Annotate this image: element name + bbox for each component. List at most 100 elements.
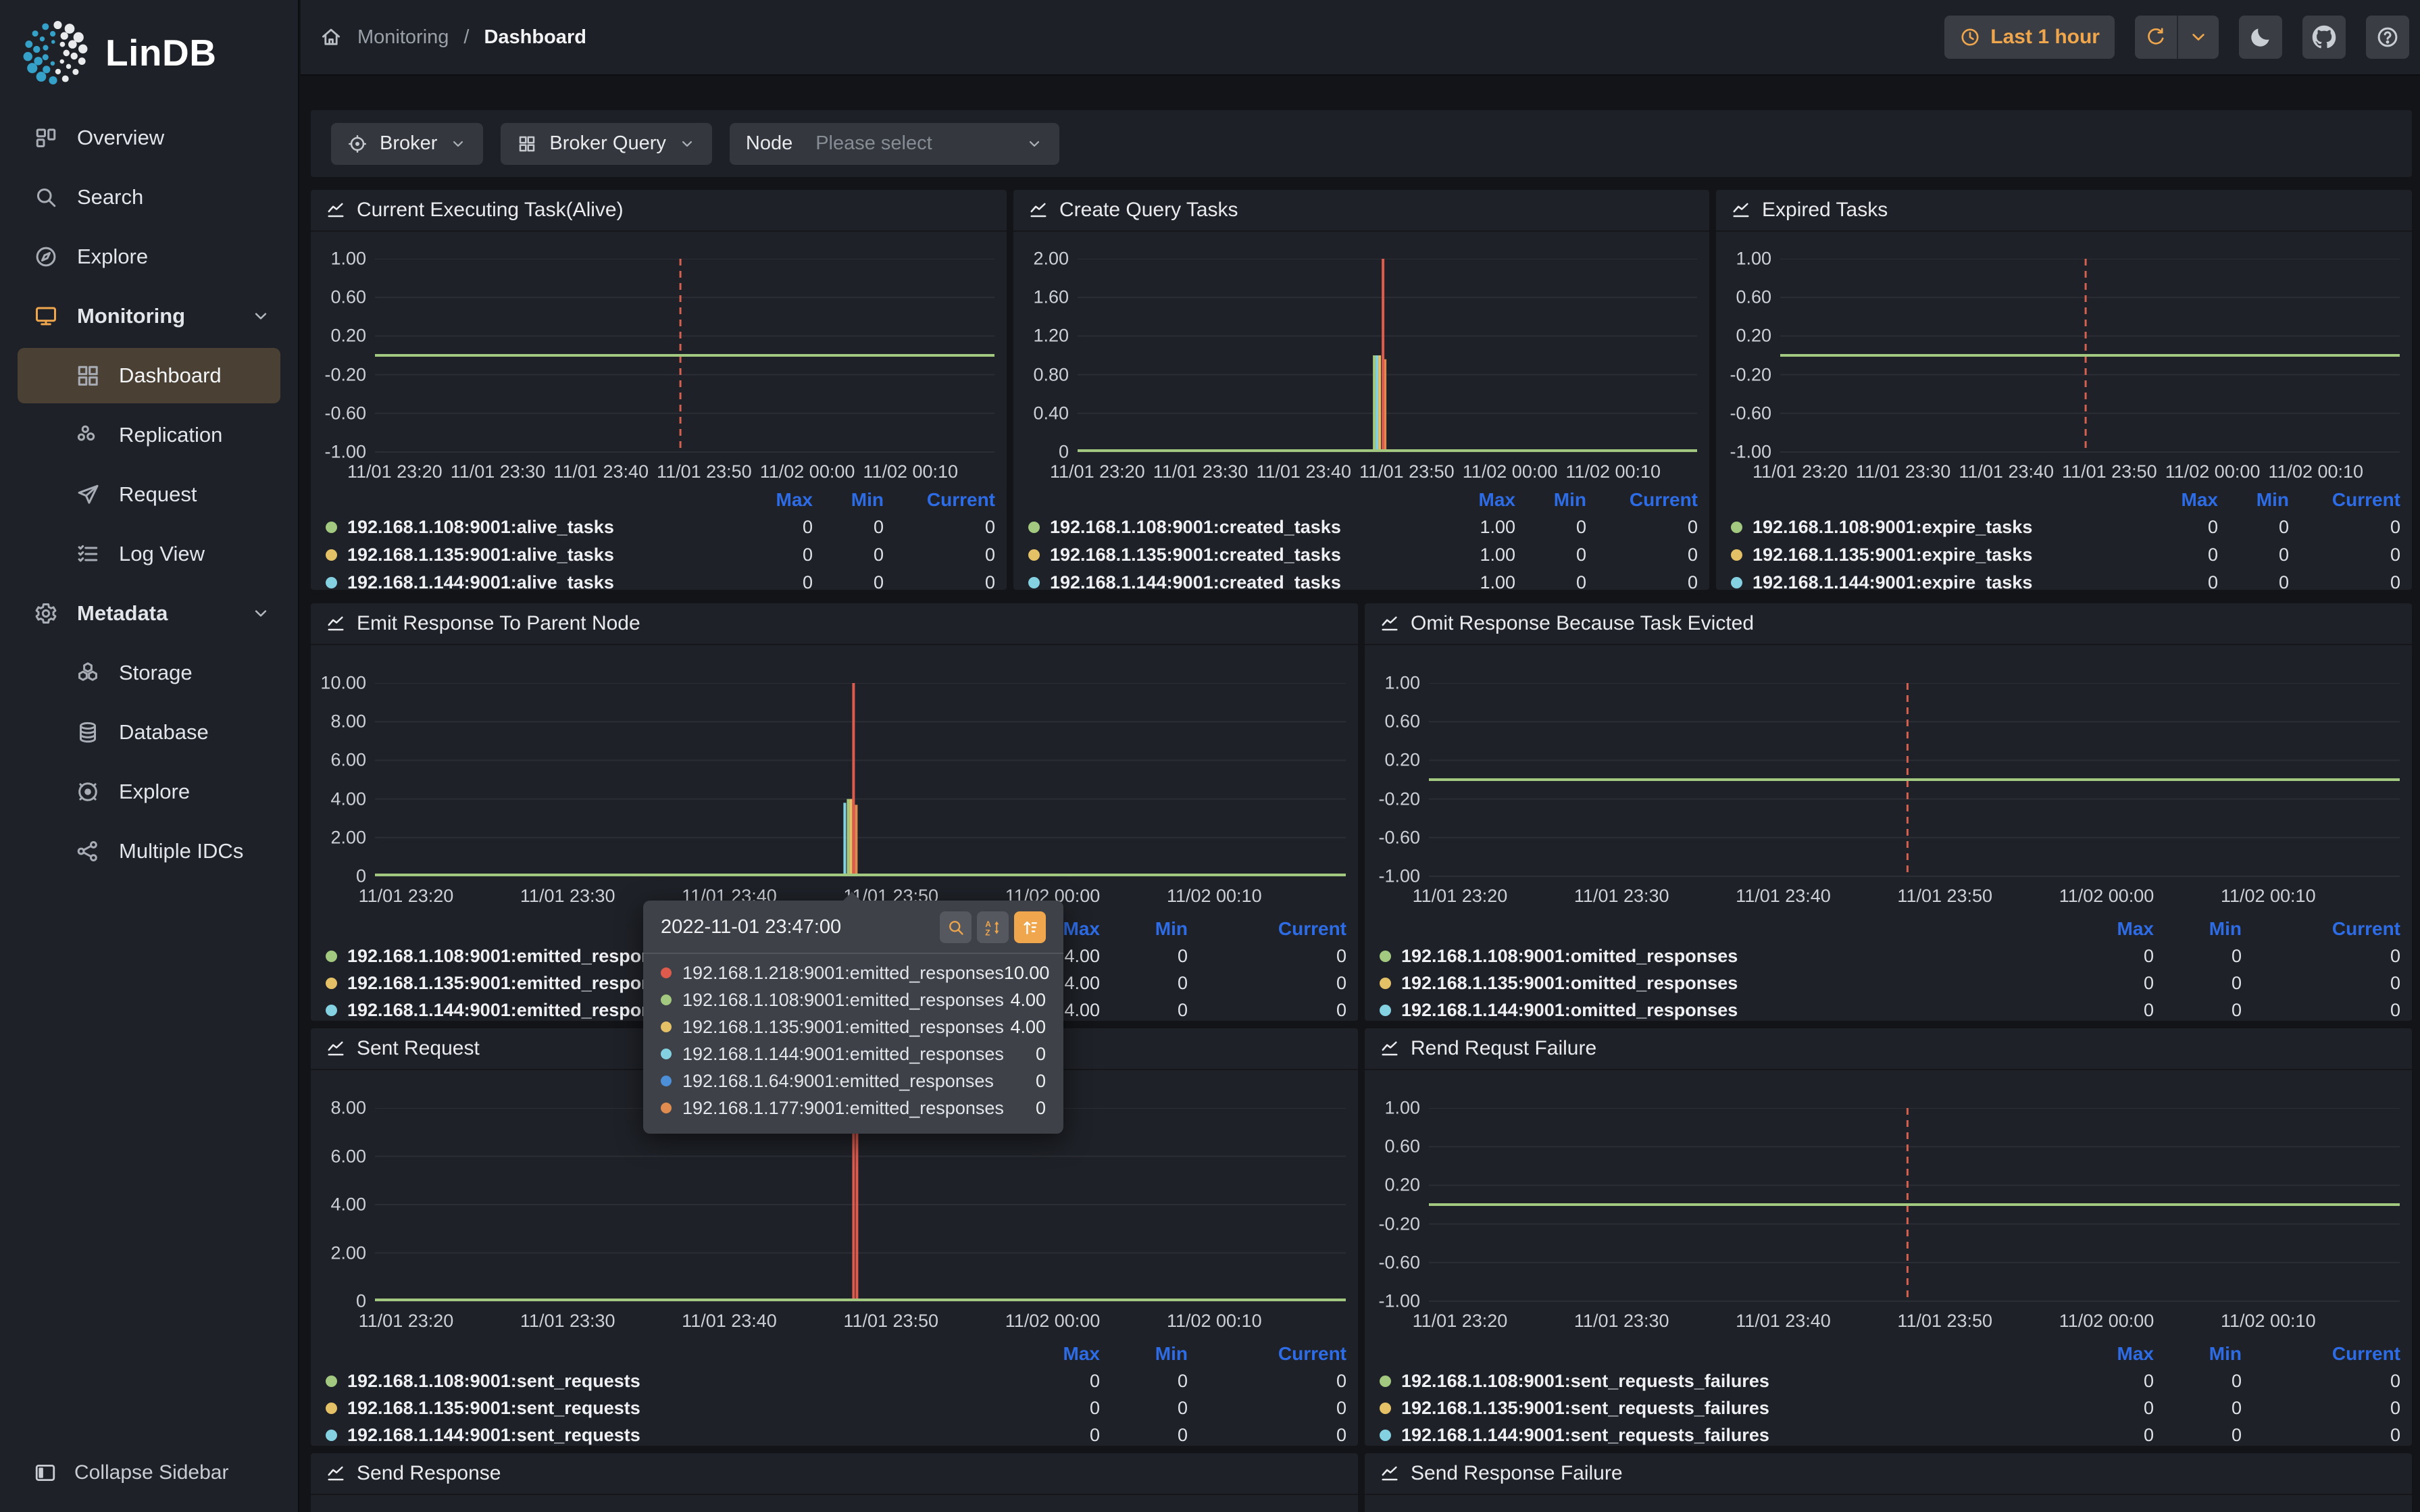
legend-series[interactable]: 192.168.1.135:9001:omitted_responses bbox=[1380, 973, 2046, 994]
x-axis-label: 11/02 00:00 bbox=[2165, 461, 2261, 482]
tooltip-sort-value-button[interactable] bbox=[1014, 911, 1046, 943]
chart-plot[interactable] bbox=[1429, 683, 2400, 880]
legend-header[interactable]: Current bbox=[2289, 489, 2400, 511]
legend-series[interactable]: 192.168.1.144:9001:expire_tasks bbox=[1731, 572, 2130, 590]
tooltip-series-value: 10.00 bbox=[1003, 962, 1050, 983]
sidebar-item-replication[interactable]: Replication bbox=[0, 405, 298, 465]
sidebar-item-explore[interactable]: Explore bbox=[0, 227, 298, 286]
legend-header[interactable]: Min bbox=[1100, 918, 1188, 940]
legend-header[interactable]: Min bbox=[813, 489, 884, 511]
legend-header[interactable]: Min bbox=[1515, 489, 1586, 511]
legend-header[interactable]: Current bbox=[2242, 918, 2400, 940]
legend-header[interactable]: Current bbox=[2242, 1343, 2400, 1365]
legend-series[interactable]: 192.168.1.135:9001:sent_requests_failure… bbox=[1380, 1398, 2046, 1419]
github-button[interactable] bbox=[2302, 16, 2346, 59]
legend-header[interactable]: Max bbox=[2046, 1343, 2154, 1365]
storage-hex-icon bbox=[76, 661, 100, 685]
y-axis-label: 0.60 bbox=[330, 286, 366, 307]
legend-series[interactable]: 192.168.1.135:9001:alive_tasks bbox=[326, 545, 725, 565]
legend-series[interactable]: 192.168.1.144:9001:omitted_responses bbox=[1380, 1000, 2046, 1021]
legend-series[interactable]: 192.168.1.108:9001:alive_tasks bbox=[326, 517, 725, 538]
y-axis-label: 4.00 bbox=[330, 1194, 366, 1215]
sidebar-item-request[interactable]: Request bbox=[0, 465, 298, 524]
overview-icon bbox=[34, 126, 58, 150]
legend-series[interactable]: 192.168.1.108:9001:sent_requests bbox=[326, 1371, 992, 1392]
legend-series[interactable]: 192.168.1.108:9001:omitted_responses bbox=[1380, 946, 2046, 967]
tooltip-sort-alpha-button[interactable]: AZ bbox=[977, 911, 1009, 943]
x-axis-label: 11/01 23:50 bbox=[657, 461, 752, 482]
legend-series[interactable]: 192.168.1.108:9001:created_tasks bbox=[1028, 517, 1428, 538]
sidebar-item-dashboard[interactable]: Dashboard bbox=[18, 348, 280, 403]
sidebar-item-metadata[interactable]: Metadata bbox=[0, 584, 298, 643]
legend-series[interactable]: 192.168.1.108:9001:sent_requests_failure… bbox=[1380, 1371, 2046, 1392]
broker-icon bbox=[347, 134, 368, 154]
refresh-interval-dropdown[interactable] bbox=[2177, 16, 2219, 59]
series-current: 0 bbox=[2390, 1370, 2400, 1391]
sidebar-item-database[interactable]: Database bbox=[0, 703, 298, 762]
chart-plot[interactable] bbox=[1078, 259, 1697, 456]
tooltip-search-button[interactable] bbox=[940, 911, 972, 943]
legend-series[interactable]: 192.168.1.135:9001:sent_requests bbox=[326, 1398, 992, 1419]
svg-text:A: A bbox=[985, 919, 991, 928]
theme-toggle-button[interactable] bbox=[2239, 16, 2282, 59]
legend-header[interactable]: Min bbox=[2154, 1343, 2242, 1365]
legend-series[interactable]: 192.168.1.135:9001:expire_tasks bbox=[1731, 545, 2130, 565]
panel-legend: Max Min Current 192.168.1.108:9001:expire_t… bbox=[1731, 486, 2400, 590]
legend-series[interactable]: 192.168.1.135:9001:created_tasks bbox=[1028, 545, 1428, 565]
help-button[interactable] bbox=[2366, 16, 2409, 59]
legend-header[interactable]: Min bbox=[2154, 918, 2242, 940]
sidebar-item-multiple-idcs[interactable]: Multiple IDCs bbox=[0, 822, 298, 881]
refresh-button[interactable] bbox=[2135, 16, 2177, 59]
chart-line-icon bbox=[326, 200, 346, 220]
legend-header[interactable]: Current bbox=[884, 489, 995, 511]
legend-header[interactable]: Current bbox=[1188, 1343, 1346, 1365]
series-color-dot bbox=[1380, 1004, 1391, 1016]
chart-plot[interactable] bbox=[375, 259, 994, 456]
series-name: 192.168.1.135:9001:alive_tasks bbox=[347, 545, 614, 565]
legend-series[interactable]: 192.168.1.144:9001:sent_requests bbox=[326, 1425, 992, 1446]
broker-label: Broker bbox=[380, 132, 438, 154]
x-axis-label: 11/01 23:40 bbox=[682, 1311, 777, 1331]
series-name: 192.168.1.135:9001:sent_requests_failure… bbox=[1401, 1397, 1769, 1418]
legend-series[interactable]: 192.168.1.144:9001:sent_requests_failure… bbox=[1380, 1425, 2046, 1446]
legend-header[interactable]: Current bbox=[1586, 489, 1698, 511]
legend-series[interactable]: 192.168.1.144:9001:alive_tasks bbox=[326, 572, 725, 590]
node-select[interactable]: Node Please select bbox=[729, 122, 1059, 165]
sidebar-item-monitoring[interactable]: Monitoring bbox=[0, 286, 298, 346]
broker-query-icon bbox=[517, 134, 537, 154]
legend-header[interactable]: Min bbox=[1100, 1343, 1188, 1365]
sidebar-item-log-view[interactable]: Log View bbox=[0, 524, 298, 584]
y-axis-label: 4.00 bbox=[330, 788, 366, 809]
legend-header[interactable]: Max bbox=[1428, 489, 1515, 511]
tooltip-row: 192.168.1.64:9001:emitted_responses 0 bbox=[661, 1067, 1046, 1094]
home-icon[interactable] bbox=[320, 26, 343, 49]
chart-plot[interactable] bbox=[1780, 259, 2400, 456]
series-name: 192.168.1.108:9001:alive_tasks bbox=[347, 517, 614, 537]
sidebar-item-search[interactable]: Search bbox=[0, 168, 298, 227]
legend-series[interactable]: 192.168.1.108:9001:expire_tasks bbox=[1731, 517, 2130, 538]
chart-plot[interactable] bbox=[1429, 1108, 2400, 1305]
collapse-sidebar-button[interactable]: Collapse Sidebar bbox=[34, 1461, 228, 1484]
legend-header[interactable]: Max bbox=[2046, 918, 2154, 940]
sidebar-item-storage[interactable]: Storage bbox=[0, 643, 298, 703]
legend-header[interactable]: Current bbox=[1188, 918, 1346, 940]
series-min: 0 bbox=[2278, 572, 2289, 590]
series-name: 192.168.1.135:9001:expire_tasks bbox=[1753, 545, 2033, 565]
x-axis-label: 11/01 23:30 bbox=[520, 886, 615, 906]
sidebar-item-explore[interactable]: Explore bbox=[0, 762, 298, 822]
time-range-button[interactable]: Last 1 hour bbox=[1944, 16, 2115, 59]
legend-header[interactable]: Min bbox=[2218, 489, 2289, 511]
sidebar-item-overview[interactable]: Overview bbox=[0, 108, 298, 168]
chart-plot[interactable] bbox=[375, 1108, 1346, 1305]
legend-header[interactable]: Max bbox=[992, 1343, 1100, 1365]
broker-query-dropdown[interactable]: Broker Query bbox=[501, 122, 712, 165]
y-axis-label: 8.00 bbox=[330, 711, 366, 732]
breadcrumb-section[interactable]: Monitoring bbox=[357, 26, 449, 49]
broker-dropdown[interactable]: Broker bbox=[331, 122, 484, 165]
panel-legend: Max Min Current 192.168.1.108:9001:sent_req… bbox=[1380, 1340, 2400, 1446]
legend-header[interactable]: Max bbox=[2130, 489, 2218, 511]
chart-plot[interactable] bbox=[375, 683, 1346, 880]
series-color-dot bbox=[661, 1022, 672, 1032]
legend-series[interactable]: 192.168.1.144:9001:created_tasks bbox=[1028, 572, 1428, 590]
legend-header[interactable]: Max bbox=[725, 489, 813, 511]
